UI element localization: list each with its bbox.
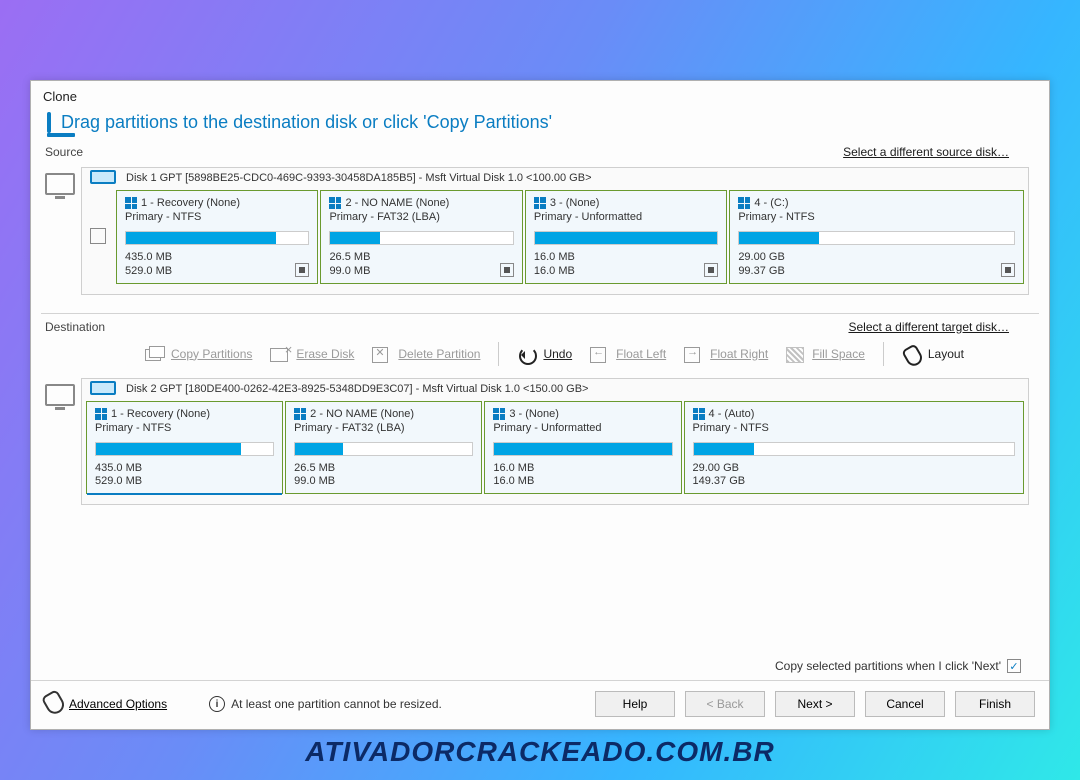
source-label: Source [31,143,97,161]
separator [498,342,499,366]
windows-icon [329,197,341,209]
source-disk-label: Disk 1 GPT [5898BE25-CDC0-469C-9393-3045… [86,168,1024,190]
help-button[interactable]: Help [595,691,675,717]
dest-disk-area: Disk 2 GPT [180DE400-0262-42E3-8925-5348… [31,372,1049,508]
usage-bar [493,442,672,456]
window-title: Clone [31,81,1049,108]
windows-icon [125,197,137,209]
usage-bar [95,442,274,456]
monitor-icon [41,378,81,506]
float-right-button[interactable]: Float Right [684,346,768,362]
copy-on-next-checkbox-row[interactable]: Copy selected partitions when I click 'N… [775,659,1021,673]
clone-window: Clone Drag partitions to the destination… [30,80,1050,730]
usage-bar [534,231,718,245]
dest-disk-label: Disk 2 GPT [180DE400-0262-42E3-8925-5348… [86,379,1024,401]
dest-disk-box: Disk 2 GPT [180DE400-0262-42E3-8925-5348… [81,378,1029,506]
usage-bar [693,442,1016,456]
drive-icon [90,381,116,395]
stop-icon [704,263,718,277]
source-partitions-row: 1 - Recovery (None) Primary - NTFS 435.0… [116,190,1024,284]
separator [883,342,884,366]
source-disk-area: Disk 1 GPT [5898BE25-CDC0-469C-9393-3045… [31,161,1049,297]
finish-button[interactable]: Finish [955,691,1035,717]
windows-icon [738,197,750,209]
select-target-link[interactable]: Select a different target disk… [848,320,1009,334]
bottom-bar: Advanced Options iAt least one partition… [31,680,1049,729]
dest-partition-3[interactable]: 3 - (None) Primary - Unformatted 16.0 MB… [484,401,681,495]
drive-icon [90,170,116,184]
info-message: iAt least one partition cannot be resize… [209,696,442,712]
erase-disk-button[interactable]: Erase Disk [270,346,354,362]
undo-button[interactable]: Undo [517,346,572,362]
source-partition-1[interactable]: 1 - Recovery (None) Primary - NTFS 435.0… [116,190,318,284]
select-source-link[interactable]: Select a different source disk… [843,145,1009,159]
source-partition-4[interactable]: 4 - (C:) Primary - NTFS 29.00 GB99.37 GB [729,190,1024,284]
dest-partitions-row: 1 - Recovery (None) Primary - NTFS 435.0… [86,401,1024,495]
source-partition-3[interactable]: 3 - (None) Primary - Unformatted 16.0 MB… [525,190,727,284]
usage-bar [125,231,309,245]
hdd-icon [47,114,51,132]
usage-bar [738,231,1015,245]
fill-space-button[interactable]: Fill Space [786,346,865,362]
windows-icon [693,408,705,420]
monitor-icon [41,167,81,295]
next-button[interactable]: Next > [775,691,855,717]
delete-partition-button[interactable]: Delete Partition [372,346,480,362]
footer-watermark: ATIVADORCRACKEADO.COM.BR [0,736,1080,768]
windows-icon [493,408,505,420]
divider [41,313,1039,314]
toolbar: Copy Partitions Erase Disk Delete Partit… [31,336,1049,372]
dest-partition-2[interactable]: 2 - NO NAME (None) Primary - FAT32 (LBA)… [285,401,482,495]
source-disk-box: Disk 1 GPT [5898BE25-CDC0-469C-9393-3045… [81,167,1029,295]
wrench-icon [45,692,63,717]
stop-icon [1001,263,1015,277]
header-text: Drag partitions to the destination disk … [61,112,552,133]
header-row: Drag partitions to the destination disk … [31,108,1049,143]
dest-partition-4[interactable]: 4 - (Auto) Primary - NTFS 29.00 GB149.37… [684,401,1025,495]
info-icon: i [209,696,225,712]
copy-partitions-button[interactable]: Copy Partitions [145,346,252,362]
source-select-checkbox[interactable] [90,228,106,244]
back-button[interactable]: < Back [685,691,765,717]
cancel-button[interactable]: Cancel [865,691,945,717]
float-left-button[interactable]: Float Left [590,346,666,362]
layout-button[interactable]: Layout [902,346,964,362]
destination-label: Destination [31,318,119,336]
checkbox-icon[interactable]: ✓ [1007,659,1021,673]
usage-bar [329,231,513,245]
dest-partition-1[interactable]: 1 - Recovery (None) Primary - NTFS 435.0… [86,401,283,495]
windows-icon [534,197,546,209]
windows-icon [95,408,107,420]
usage-bar [294,442,473,456]
source-partition-2[interactable]: 2 - NO NAME (None) Primary - FAT32 (LBA)… [320,190,522,284]
stop-icon [295,263,309,277]
advanced-options-link[interactable]: Advanced Options [45,692,167,717]
windows-icon [294,408,306,420]
stop-icon [500,263,514,277]
